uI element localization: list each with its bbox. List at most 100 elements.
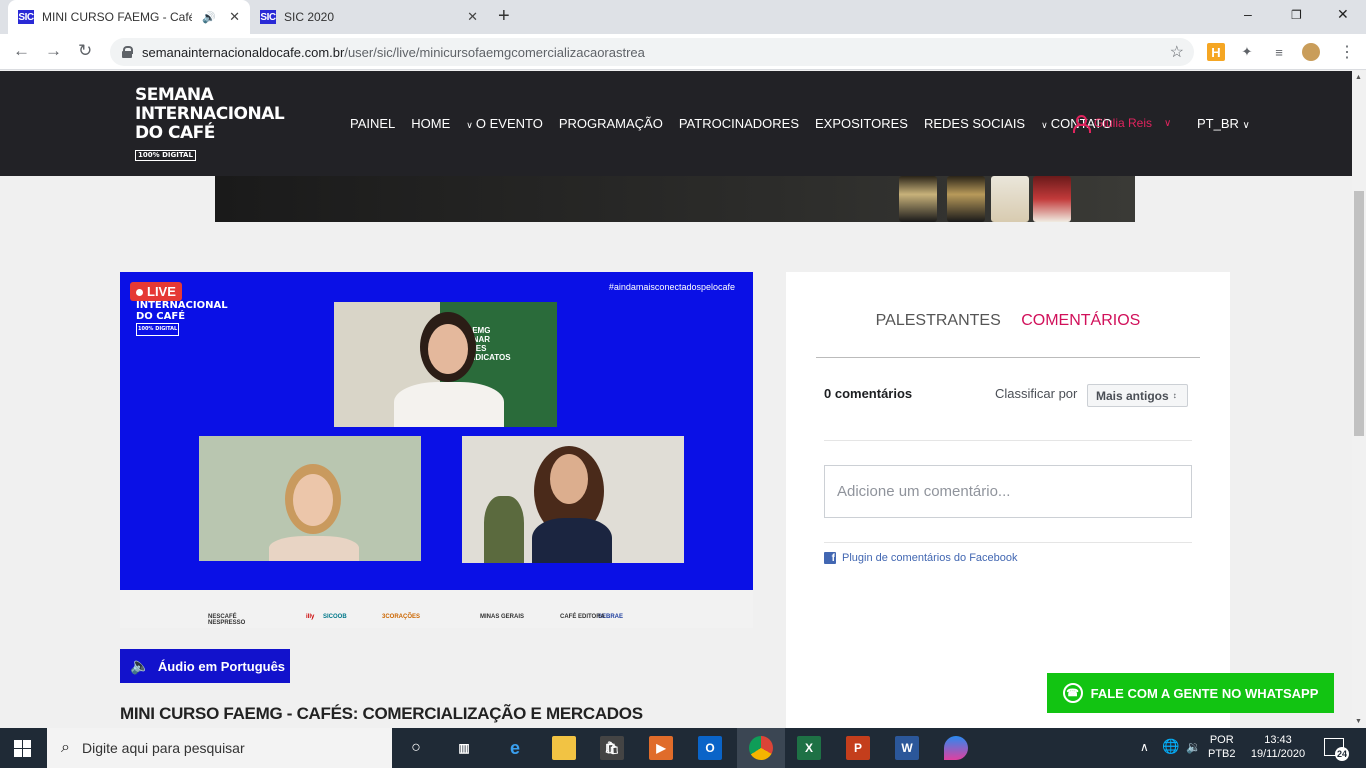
chrome-icon[interactable] xyxy=(749,736,773,760)
user-menu[interactable]: Giulia Reis ∨ xyxy=(1072,115,1172,133)
sponsor-logo: CAFÉ EDITORA xyxy=(560,614,605,620)
reload-icon[interactable]: ↻ xyxy=(78,42,92,60)
page-scrollbar[interactable]: ▲ ▼ xyxy=(1352,71,1366,728)
sponsor-logo: NESPRESSO xyxy=(208,620,246,626)
notification-count: 24 xyxy=(1335,747,1349,761)
face-shape xyxy=(550,454,588,504)
face-shape xyxy=(428,324,468,374)
speaker-icon[interactable]: 🔊 xyxy=(202,11,216,24)
browser-tab-minicurso[interactable]: SIC MINI CURSO FAEMG - Cafés 🔊 ✕ xyxy=(8,0,250,34)
nav-label: O EVENTO xyxy=(475,116,543,131)
whatsapp-button[interactable]: ☎ FALE COM A GENTE NO WHATSAPP xyxy=(1047,673,1334,713)
divider xyxy=(824,542,1192,543)
edge-icon[interactable]: e xyxy=(503,736,527,760)
tab-title: MINI CURSO FAEMG - Cafés xyxy=(42,10,192,24)
coffee-can-image xyxy=(1033,176,1071,222)
chevron-up-icon[interactable]: ∧ xyxy=(1140,740,1149,754)
speaker-camera-top: FAEMG SENAR INAES SINDICATOS xyxy=(334,302,557,427)
cortana-circle-icon[interactable]: ○ xyxy=(404,736,428,760)
face-shape xyxy=(293,474,333,526)
back-arrow-icon[interactable]: ← xyxy=(13,42,30,60)
close-window-button[interactable]: ✕ xyxy=(1337,6,1349,23)
forward-arrow-icon[interactable]: → xyxy=(45,42,62,60)
sort-select[interactable]: Mais antigos xyxy=(1087,384,1188,407)
media-player-icon[interactable]: ▶ xyxy=(649,736,673,760)
address-bar[interactable]: semanainternacionaldocafe.com.br /user/s… xyxy=(110,38,1194,66)
paint-drop-icon[interactable] xyxy=(944,736,968,760)
site-logo[interactable]: SEMANA INTERNACIONAL DO CAFÉ 100% DIGITA… xyxy=(135,86,285,162)
tab-palestrantes[interactable]: PALESTRANTES xyxy=(876,312,1001,329)
restore-button[interactable]: ❐ xyxy=(1291,8,1302,22)
profile-avatar[interactable] xyxy=(1302,43,1320,61)
body-shape xyxy=(532,518,612,563)
new-tab-button[interactable]: + xyxy=(498,6,510,26)
more-menu-icon[interactable]: ⋮ xyxy=(1338,43,1356,61)
chevron-down-icon: ∨ xyxy=(1164,117,1172,129)
facebook-icon: f xyxy=(824,552,836,564)
plugin-label: Plugin de comentários do Facebook xyxy=(842,552,1018,564)
network-globe-icon[interactable]: 🌐 xyxy=(1162,739,1179,753)
facebook-plugin-link[interactable]: f Plugin de comentários do Facebook xyxy=(824,552,1018,564)
nav-o-evento[interactable]: ∨ O EVENTO xyxy=(466,116,543,131)
plant-shape xyxy=(484,496,524,563)
sponsor-logo: SICOOB xyxy=(323,614,347,620)
overlay-logo: INTERNACIONAL DO CAFÉ 100% DIGITAL xyxy=(136,296,228,336)
chevron-down-icon: ∨ xyxy=(1242,120,1250,131)
url-path: /user/sic/live/minicursofaemgcomercializ… xyxy=(344,44,645,60)
comment-input[interactable]: Adicione um comentário... xyxy=(824,465,1192,518)
outlook-icon[interactable]: O xyxy=(698,736,722,760)
input-language[interactable]: POR PTB2 xyxy=(1208,733,1236,761)
bookmark-star-icon[interactable]: ☆ xyxy=(1170,42,1184,62)
file-explorer-icon[interactable] xyxy=(552,736,576,760)
nav-expositores[interactable]: EXPOSITORES xyxy=(815,116,908,131)
language-label: PT_BR xyxy=(1197,116,1239,131)
audio-language-button[interactable]: 🔈 Áudio em Português xyxy=(120,649,290,683)
hashtag-text: #aindamaisconectadospelocafe xyxy=(608,282,735,292)
nav-redes-sociais[interactable]: REDES SOCIAIS xyxy=(924,116,1025,131)
lock-icon[interactable] xyxy=(122,46,133,58)
sort-value: Mais antigos xyxy=(1096,388,1169,403)
minimize-button[interactable]: – xyxy=(1244,6,1252,22)
logo-badge: 100% DIGITAL xyxy=(135,150,196,161)
tab-comentarios[interactable]: COMENTÁRIOS xyxy=(1021,312,1140,329)
volume-icon[interactable]: 🔉 xyxy=(1186,740,1201,754)
overlay-logo-line: INTERNACIONAL xyxy=(136,300,228,311)
excel-icon[interactable]: X xyxy=(797,736,821,760)
divider xyxy=(816,357,1200,358)
close-tab-icon[interactable]: ✕ xyxy=(467,9,478,25)
nav-programacao[interactable]: PROGRAMAÇÃO xyxy=(559,116,663,131)
nav-home[interactable]: HOME xyxy=(411,116,450,131)
nav-painel[interactable]: PAINEL xyxy=(350,116,395,131)
clock[interactable]: 13:43 19/11/2020 xyxy=(1246,733,1310,761)
taskbar-search[interactable]: ⌕ Digite aqui para pesquisar xyxy=(47,728,392,768)
sponsor-logo: 3CORAÇÕES xyxy=(382,614,421,620)
nav-patrocinadores[interactable]: PATROCINADORES xyxy=(679,116,799,131)
scroll-up-icon[interactable]: ▲ xyxy=(1355,74,1362,81)
site-header: SEMANA INTERNACIONAL DO CAFÉ 100% DIGITA… xyxy=(0,71,1352,176)
close-tab-icon[interactable]: ✕ xyxy=(229,9,240,25)
honey-extension-icon[interactable]: H xyxy=(1207,43,1225,61)
media-control-icon[interactable]: ≡ xyxy=(1270,43,1288,61)
language-selector[interactable]: PT_BR ∨ xyxy=(1197,116,1250,131)
promo-banner[interactable] xyxy=(215,176,1135,222)
logo-line-3: DO CAFÉ xyxy=(135,123,215,143)
comment-count: 0 comentários xyxy=(824,386,913,401)
powerpoint-icon[interactable]: P xyxy=(846,736,870,760)
windows-taskbar: ⌕ Digite aqui para pesquisar ○ ▥ e 🛍 ▶ O… xyxy=(0,728,1366,768)
task-view-icon[interactable]: ▥ xyxy=(452,736,476,760)
lang-bottom: PTB2 xyxy=(1208,748,1236,760)
live-video-player[interactable]: INTERNACIONAL DO CAFÉ 100% DIGITAL LIVE … xyxy=(120,272,753,628)
notification-center-icon[interactable]: 24 xyxy=(1324,738,1349,761)
word-icon[interactable]: W xyxy=(895,736,919,760)
url-host: semanainternacionaldocafe.com.br xyxy=(142,44,345,60)
sic-favicon-icon: SIC xyxy=(18,10,34,24)
body-shape xyxy=(394,382,504,427)
puzzle-extensions-icon[interactable]: ✦ xyxy=(1238,43,1256,61)
speaker-camera-left xyxy=(199,436,421,561)
scrollbar-thumb[interactable] xyxy=(1354,191,1364,436)
coffee-can-image xyxy=(991,176,1029,222)
store-icon[interactable]: 🛍 xyxy=(600,736,624,760)
scroll-down-icon[interactable]: ▼ xyxy=(1355,718,1362,725)
browser-tab-sic2020[interactable]: SIC SIC 2020 ✕ xyxy=(250,0,488,34)
windows-start-icon[interactable] xyxy=(14,740,31,757)
